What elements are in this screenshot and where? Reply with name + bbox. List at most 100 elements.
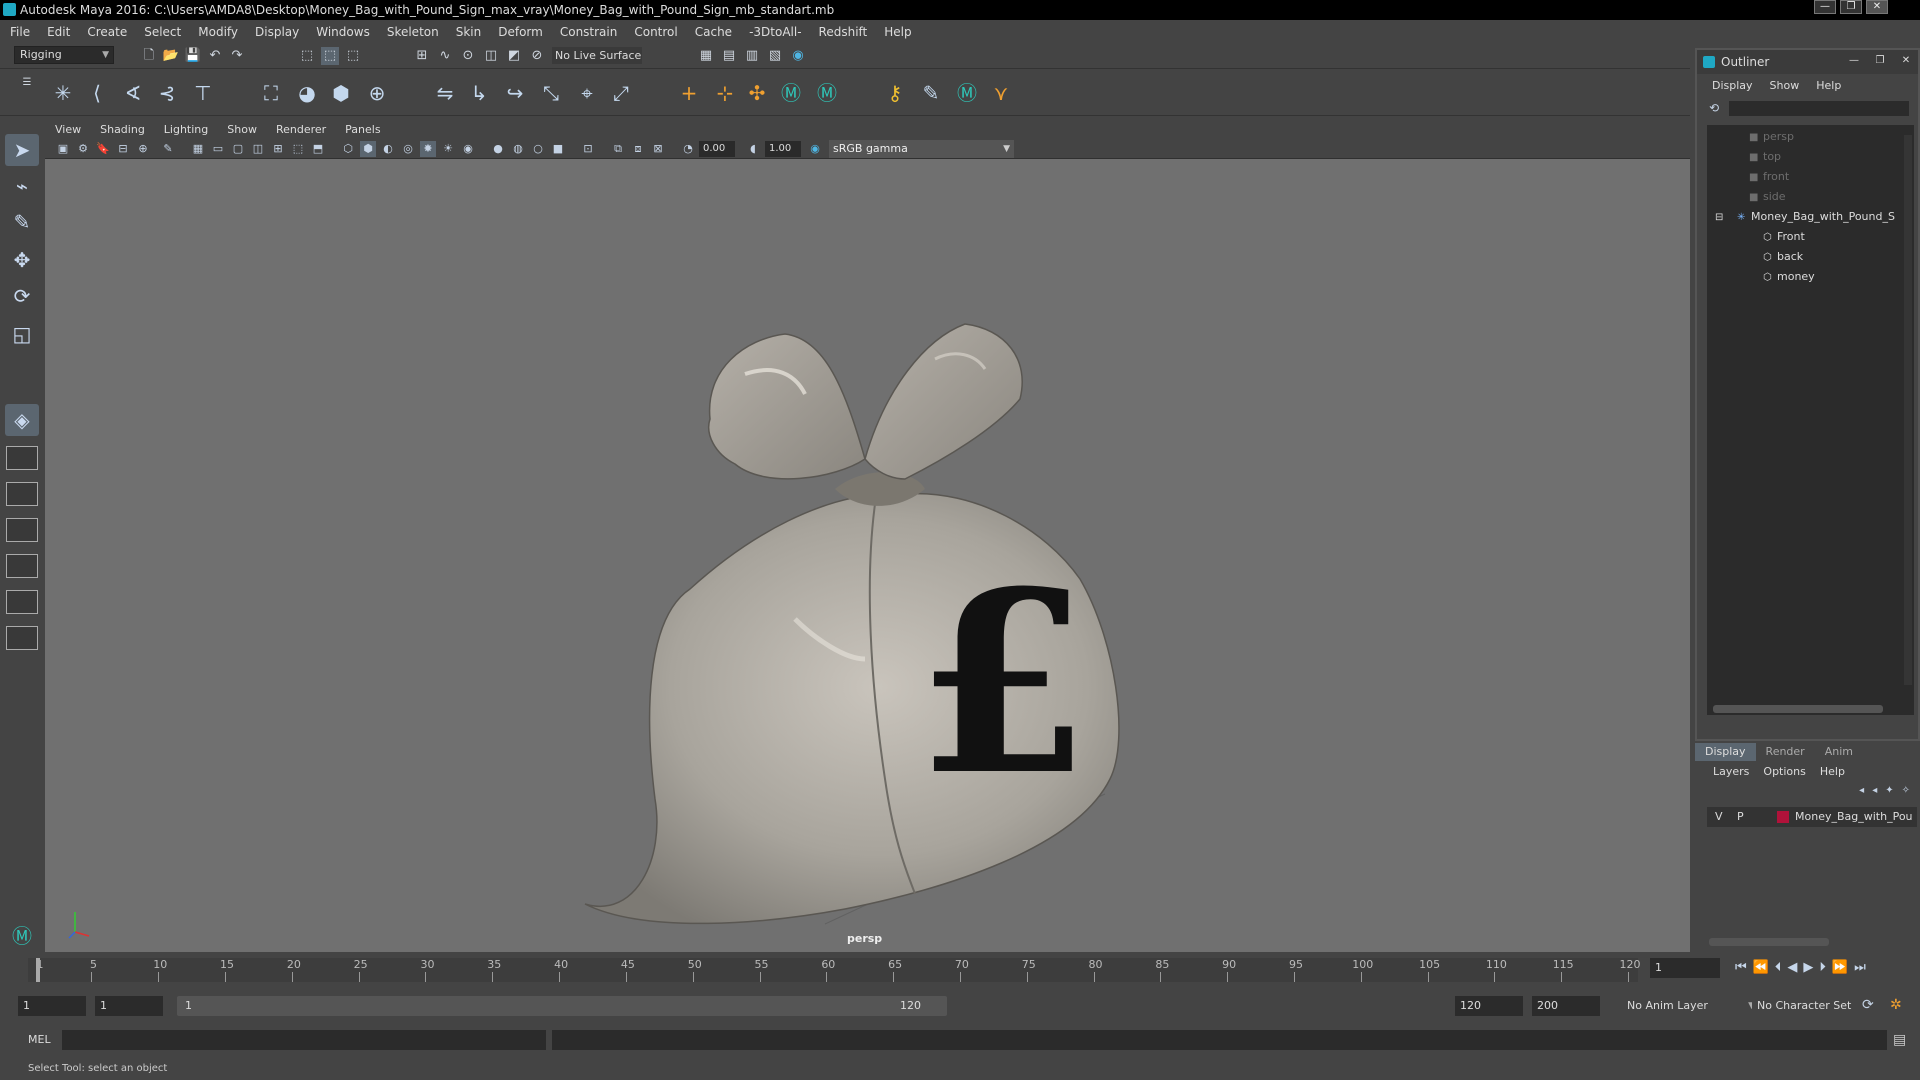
minimize-icon[interactable]: — [1844,54,1864,68]
open-scene-icon[interactable]: 📂 [162,47,180,65]
snap-live-icon[interactable]: ⊘ [528,47,546,65]
depth-of-field-icon[interactable]: ○ [530,141,546,157]
menu-display[interactable]: Display [255,25,299,39]
menu-modify[interactable]: Modify [198,25,238,39]
play-backward-icon[interactable]: ◀ [1787,960,1797,975]
lasso-tool-icon[interactable]: ⌁ [5,170,39,202]
backface-icon[interactable]: ⊠ [650,141,666,157]
aim-constraint-icon[interactable]: ↳ [464,78,494,108]
menu-select[interactable]: Select [144,25,181,39]
menu-file[interactable]: File [10,25,30,39]
snap-curve-icon[interactable]: ∿ [436,47,454,65]
playback-start-field[interactable]: 1 [95,996,163,1016]
safe-action-icon[interactable]: ⬚ [290,141,306,157]
scale-constraint-icon[interactable]: ⤡ [536,78,566,108]
outliner-menu-show[interactable]: Show [1770,74,1800,98]
hik-icon[interactable]: Ⓜ [776,78,806,108]
panel-menu-panels[interactable]: Panels [345,121,380,139]
outliner-menu-display[interactable]: Display [1712,74,1753,98]
move-tool-icon[interactable]: ✥ [5,244,39,276]
blend-shape-icon[interactable]: ✣ [742,78,772,108]
menu-create[interactable]: Create [87,25,127,39]
layer-visibility-toggle[interactable]: V [1715,807,1723,827]
outliner-item-front-mesh[interactable]: ⬡ Front [1763,227,1805,247]
panel-menu-shading[interactable]: Shading [100,121,145,139]
layout-hypershade-icon[interactable] [6,626,38,650]
range-slider[interactable]: 1 120 [177,996,947,1016]
insert-joint-icon[interactable]: ⊰ [152,78,182,108]
camera-attributes-icon[interactable]: ⚙ [75,141,91,157]
new-scene-icon[interactable]: 🗋 [140,47,158,65]
new-layer-icon[interactable]: ✦ [1885,785,1893,796]
outliner-item-money-mesh[interactable]: ⬡ money [1763,267,1815,287]
rotate-tool-icon[interactable]: ⟳ [5,280,39,312]
point-constraint-icon[interactable]: ⇋ [430,78,460,108]
outliner-item-persp[interactable]: ■ persp [1749,127,1794,147]
layer-move-down-icon[interactable]: ◂ [1872,785,1877,796]
smooth-shade-icon[interactable]: ⬢ [360,141,376,157]
color-management-icon[interactable]: ◉ [807,141,823,157]
xray-joints-icon[interactable]: ⧉ [610,141,626,157]
snap-grid-icon[interactable]: ⊞ [413,47,431,65]
locator-icon[interactable]: + [674,78,704,108]
menu-control[interactable]: Control [634,25,677,39]
menu-redshift[interactable]: Redshift [819,25,868,39]
outliner-item-back-mesh[interactable]: ⬡ back [1763,247,1803,267]
save-scene-icon[interactable]: 💾 [184,47,202,65]
snap-point-icon[interactable]: ⊙ [459,47,477,65]
layout-single-icon[interactable] [6,446,38,470]
animation-end-field[interactable]: 200 [1532,996,1600,1016]
layer-menu-help[interactable]: Help [1820,761,1845,783]
go-to-start-icon[interactable]: ⏮ [1735,960,1747,975]
2d-pan-zoom-icon[interactable]: ⊕ [135,141,151,157]
step-back-key-icon[interactable]: ⏪ [1753,960,1769,975]
rig-marker-icon[interactable]: ⋎ [986,78,1016,108]
mirror-joint-icon[interactable]: ⊤ [188,78,218,108]
preferences-icon[interactable]: ✲ [1890,997,1902,1013]
menu-windows[interactable]: Windows [316,25,370,39]
layer-scrollbar[interactable] [1709,938,1829,946]
ipr-render-icon[interactable]: ▥ [743,47,761,65]
resolution-gate-icon[interactable]: ▢ [230,141,246,157]
close-icon[interactable]: ✕ [1866,0,1888,14]
render-view-icon[interactable]: ▧ [766,47,784,65]
field-chart-icon[interactable]: ⊞ [270,141,286,157]
play-forward-icon[interactable]: ▶ [1803,960,1813,975]
viewport-persp[interactable]: £ persp [45,159,1690,952]
menu-skeleton[interactable]: Skeleton [387,25,439,39]
exposure-field[interactable]: 0.00 [699,141,735,157]
filter-icon[interactable]: ⟲ [1709,101,1719,115]
menu-constrain[interactable]: Constrain [560,25,618,39]
joint-tool-icon[interactable]: ✳ [48,78,78,108]
ik-handle-icon[interactable]: ⟨ [82,78,112,108]
layer-row[interactable]: V P Money_Bag_with_Pou [1707,807,1917,827]
outliner-horizontal-scrollbar[interactable] [1713,705,1883,713]
exposure-icon[interactable]: ◔ [680,141,696,157]
playback-end-field[interactable]: 120 [1455,996,1523,1016]
anim-layer-dropdown[interactable]: No Anim Layer▼ [1622,996,1755,1016]
character-set-dropdown[interactable]: No Character Set [1752,996,1867,1016]
bind-skin-icon[interactable]: ⛶ [256,78,286,108]
layout-four-icon[interactable] [6,482,38,506]
layer-name[interactable]: Money_Bag_with_Pou [1795,807,1913,827]
layer-move-up-icon[interactable]: ◂ [1859,785,1864,796]
new-layer-selected-icon[interactable]: ✧ [1902,785,1910,796]
layer-color-swatch[interactable] [1777,811,1789,823]
ambient-occlusion-icon[interactable]: ◉ [460,141,476,157]
shadows-icon[interactable]: ☀ [440,141,456,157]
menu-skin[interactable]: Skin [456,25,482,39]
panel-menu-view[interactable]: View [55,121,81,139]
menu-help[interactable]: Help [884,25,911,39]
grease-pencil-icon[interactable]: ✎ [160,141,176,157]
snap-surface-icon[interactable]: ◩ [505,47,523,65]
go-to-end-icon[interactable]: ⏭ [1854,960,1866,975]
outliner-vertical-scrollbar[interactable] [1904,135,1912,685]
bookmark-icon[interactable]: 🔖 [95,141,111,157]
animation-start-field[interactable]: 1 [18,996,86,1016]
tab-anim[interactable]: Anim [1815,743,1863,761]
tab-render[interactable]: Render [1756,743,1815,761]
outliner-item-top[interactable]: ■ top [1749,147,1781,167]
xray-components-icon[interactable]: ⧈ [630,141,646,157]
layer-menu-options[interactable]: Options [1763,761,1805,783]
textured-icon[interactable]: ◎ [400,141,416,157]
